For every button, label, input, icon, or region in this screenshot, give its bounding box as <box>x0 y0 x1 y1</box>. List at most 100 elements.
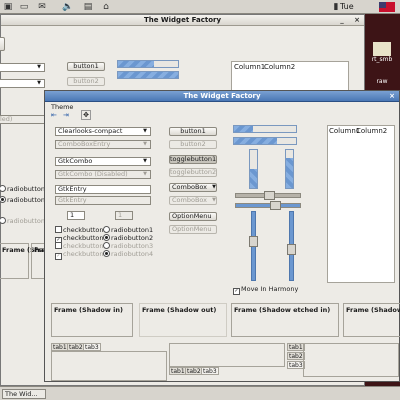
spin-button-1[interactable]: 1 <box>67 211 85 220</box>
gtk-entry[interactable]: GtkEntry <box>55 185 151 194</box>
back-radio-2[interactable]: radiobutton2 <box>0 196 49 204</box>
progress-fill <box>234 126 253 132</box>
back-button1[interactable]: button1 <box>67 62 105 71</box>
tab2-a[interactable]: tab2 <box>67 343 85 351</box>
notebook-b <box>169 343 285 367</box>
progress-fill <box>250 169 257 188</box>
app-launcher-icon[interactable]: ▣ <box>2 1 14 13</box>
optionmenu[interactable]: OptionMenu▭ <box>169 212 217 221</box>
radiobutton2[interactable]: radiobutton2 <box>103 234 153 242</box>
back-progress-2 <box>117 71 179 79</box>
back-toolbar-button[interactable] <box>0 37 5 51</box>
home-icon[interactable]: ⌂ <box>100 1 112 13</box>
slider-thumb[interactable] <box>270 201 281 210</box>
checkbutton1[interactable]: checkbutton1 <box>55 226 108 234</box>
back-button2[interactable]: button2 <box>67 77 105 86</box>
tab1-b[interactable]: tab1 <box>169 367 187 375</box>
gtkcombo[interactable]: GtkCombo ▼ <box>55 157 151 166</box>
back-radio-1[interactable]: radiobutton1 <box>0 185 49 193</box>
panel-clock[interactable]: Tue <box>340 2 354 12</box>
button2[interactable]: button2 <box>169 140 217 149</box>
frame-shadow-etched-in: Frame (Shadow etched in) <box>231 303 339 337</box>
togglebutton2[interactable]: togglebutton2 <box>169 168 217 177</box>
tab3-c[interactable]: tab3 <box>287 361 305 369</box>
terminal-icon[interactable]: ▭ <box>18 1 30 13</box>
notebook-a <box>51 351 167 381</box>
tab2-b[interactable]: tab2 <box>185 367 203 375</box>
radiobutton3[interactable]: radiobutton3 <box>103 242 153 250</box>
tab3-b[interactable]: tab3 <box>201 367 219 375</box>
spin-button-2[interactable]: 1 <box>115 211 133 220</box>
hprogress-1 <box>233 125 297 133</box>
back-radio-3[interactable]: radiobutton3 <box>0 217 49 225</box>
back-tree-column2[interactable]: Column2 <box>264 63 295 71</box>
taskbar-item-widget-factory[interactable]: The Wid... <box>2 389 46 399</box>
combobox-button[interactable]: ComboBox ▼ <box>169 183 217 192</box>
arrow-right-icon[interactable]: ⇥ <box>63 111 71 119</box>
tab2-c[interactable]: tab2 <box>287 352 305 360</box>
chevron-down-icon: ▼ <box>143 141 147 147</box>
vprogress-1 <box>249 149 258 189</box>
chevron-down-icon: ▼ <box>212 184 216 190</box>
volume-icon[interactable]: 🔈 <box>62 1 74 13</box>
vprogress-2 <box>285 149 294 189</box>
back-combo-1[interactable]: ▼ <box>0 63 45 72</box>
gtkcombo-disabled[interactable]: GtkCombo (Disabled) ▼ <box>55 170 151 179</box>
chevron-down-icon: ▼ <box>37 80 41 86</box>
slider-thumb[interactable] <box>264 191 275 200</box>
button1[interactable]: button1 <box>169 127 217 136</box>
front-window-titlebar[interactable]: The Widget Factory × <box>45 91 399 102</box>
tree-view[interactable]: Column1 Column2 <box>327 125 395 283</box>
close-icon[interactable]: × <box>353 16 361 24</box>
front-window: The Widget Factory × Theme ⇤ ⇥ ✥ Clearlo… <box>44 90 400 382</box>
back-tree-column1[interactable]: Column1 <box>234 63 265 71</box>
back-entry[interactable]: led) <box>0 115 45 124</box>
computer-icon[interactable]: ▤ <box>82 1 94 13</box>
radiobutton4[interactable]: radiobutton4 <box>103 250 153 258</box>
comboboxentry[interactable]: ComboBoxEntry ▼ <box>55 140 151 149</box>
desktop-icon-rt_smb[interactable]: rt_smb <box>366 42 398 63</box>
back-window-titlebar[interactable]: The Widget Factory _ × <box>1 15 364 26</box>
vscale-2[interactable] <box>287 211 296 281</box>
move-icon[interactable]: ✥ <box>81 110 91 120</box>
checkbutton3[interactable]: checkbutton3 <box>55 242 108 250</box>
menu-theme[interactable]: Theme <box>51 103 73 111</box>
top-panel: ▣ ▭ ✉ 🔈 ▤ ⌂ ▮ Tue <box>0 0 400 14</box>
vscale-1[interactable] <box>249 211 258 281</box>
chevron-down-icon: ▼ <box>143 158 147 164</box>
radiobutton1[interactable]: radiobutton1 <box>103 226 153 234</box>
chevron-down-icon: ▼ <box>212 197 216 203</box>
combobox-button-disabled[interactable]: ComboBox ▼ <box>169 196 217 205</box>
minimize-icon[interactable]: _ <box>338 16 346 24</box>
us-flag-icon[interactable] <box>379 2 395 12</box>
tab3-a[interactable]: tab3 <box>83 343 101 351</box>
back-window-title: The Widget Factory <box>143 16 222 24</box>
slider-thumb[interactable] <box>249 236 258 247</box>
close-icon[interactable]: × <box>388 92 396 100</box>
checkbutton4[interactable]: ✓ checkbutton4 <box>55 250 108 260</box>
front-window-title: The Widget Factory <box>183 92 261 100</box>
tree-column2[interactable]: Column2 <box>356 127 387 135</box>
tab1-c[interactable]: tab1 <box>287 343 305 351</box>
move-in-harmony-check[interactable]: ✓ Move In Harmony <box>233 285 298 295</box>
hscale-1[interactable] <box>235 191 301 200</box>
frame-shadow-in: Frame (Shadow in) <box>51 303 133 337</box>
gtk-entry-disabled[interactable]: GtkEntry <box>55 196 151 205</box>
hscale-2[interactable] <box>235 201 301 210</box>
optionmenu-disabled[interactable]: OptionMenu▭ <box>169 225 217 234</box>
progress-fill <box>118 72 178 78</box>
togglebutton1[interactable]: togglebutton1 <box>169 155 217 164</box>
tab1-a[interactable]: tab1 <box>51 343 69 351</box>
arrow-left-icon[interactable]: ⇤ <box>51 111 59 119</box>
mail-icon[interactable]: ✉ <box>36 1 48 13</box>
back-combo-2[interactable]: ▼ <box>0 79 45 88</box>
slider-thumb[interactable] <box>287 244 296 255</box>
hprogress-2 <box>233 137 297 145</box>
progress-fill <box>234 138 278 144</box>
theme-combo[interactable]: Clearlooks-compact ▼ <box>55 127 151 136</box>
notebook-c <box>303 343 399 377</box>
desktop-icon-raw[interactable]: raw <box>366 72 398 85</box>
option-icon: ▭ <box>211 220 216 221</box>
progress-fill <box>286 157 293 188</box>
progress-fill <box>118 61 154 67</box>
